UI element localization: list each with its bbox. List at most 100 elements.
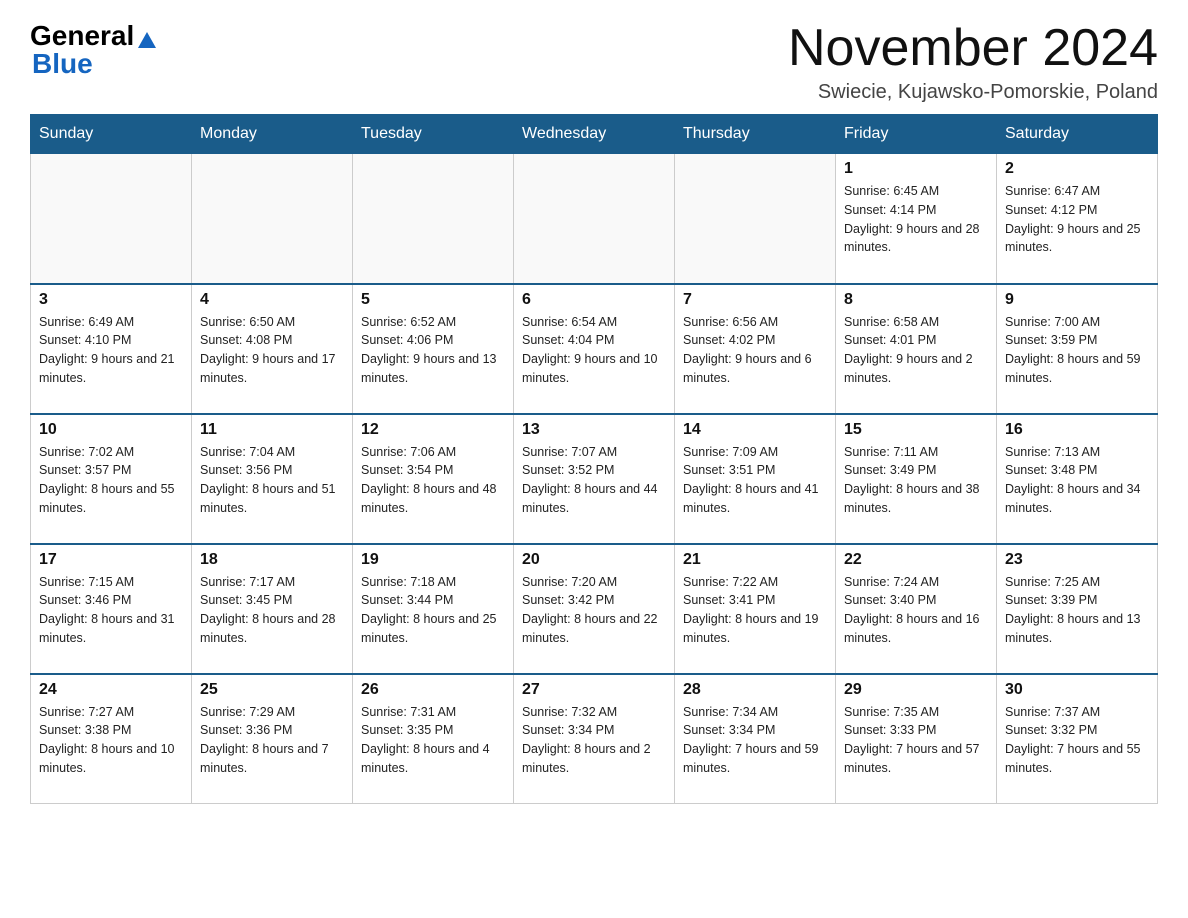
day-number: 1 xyxy=(844,160,988,178)
day-number: 13 xyxy=(522,421,666,439)
day-number: 29 xyxy=(844,681,988,699)
logo-blue-text: Blue xyxy=(32,48,93,80)
table-row xyxy=(514,154,675,284)
table-row: 16 Sunrise: 7:13 AM Sunset: 3:48 PM Dayli… xyxy=(997,414,1158,544)
day-number: 23 xyxy=(1005,551,1149,569)
day-info: Sunrise: 7:35 AM Sunset: 3:33 PM Dayligh… xyxy=(844,703,988,778)
table-row: 17 Sunrise: 7:15 AM Sunset: 3:46 PM Dayli… xyxy=(31,544,192,674)
col-wednesday: Wednesday xyxy=(514,115,675,154)
day-info: Sunrise: 6:52 AM Sunset: 4:06 PM Dayligh… xyxy=(361,313,505,388)
day-info: Sunrise: 7:20 AM Sunset: 3:42 PM Dayligh… xyxy=(522,573,666,648)
day-number: 28 xyxy=(683,681,827,699)
day-number: 5 xyxy=(361,291,505,309)
logo-triangle-icon xyxy=(136,28,158,50)
day-info: Sunrise: 7:24 AM Sunset: 3:40 PM Dayligh… xyxy=(844,573,988,648)
day-info: Sunrise: 7:22 AM Sunset: 3:41 PM Dayligh… xyxy=(683,573,827,648)
table-row: 9 Sunrise: 7:00 AM Sunset: 3:59 PM Daylig… xyxy=(997,284,1158,414)
day-info: Sunrise: 7:18 AM Sunset: 3:44 PM Dayligh… xyxy=(361,573,505,648)
table-row: 29 Sunrise: 7:35 AM Sunset: 3:33 PM Dayli… xyxy=(836,674,997,804)
table-row: 21 Sunrise: 7:22 AM Sunset: 3:41 PM Dayli… xyxy=(675,544,836,674)
day-info: Sunrise: 7:13 AM Sunset: 3:48 PM Dayligh… xyxy=(1005,443,1149,518)
day-info: Sunrise: 7:00 AM Sunset: 3:59 PM Dayligh… xyxy=(1005,313,1149,388)
table-row: 11 Sunrise: 7:04 AM Sunset: 3:56 PM Dayli… xyxy=(192,414,353,544)
table-row: 13Sunrise: 7:07 AM Sunset: 3:52 PM Dayli… xyxy=(514,414,675,544)
table-row: 30Sunrise: 7:37 AM Sunset: 3:32 PM Dayli… xyxy=(997,674,1158,804)
day-number: 24 xyxy=(39,681,183,699)
location-text: Swiecie, Kujawsko-Pomorskie, Poland xyxy=(788,81,1158,104)
calendar-week-row: 24 Sunrise: 7:27 AM Sunset: 3:38 PM Dayli… xyxy=(31,674,1158,804)
table-row: 12Sunrise: 7:06 AM Sunset: 3:54 PM Dayli… xyxy=(353,414,514,544)
day-number: 26 xyxy=(361,681,505,699)
table-row xyxy=(675,154,836,284)
page-header: General Blue November 2024 Swiecie, Kuja… xyxy=(30,20,1158,104)
day-info: Sunrise: 6:49 AM Sunset: 4:10 PM Dayligh… xyxy=(39,313,183,388)
day-info: Sunrise: 7:25 AM Sunset: 3:39 PM Dayligh… xyxy=(1005,573,1149,648)
day-info: Sunrise: 7:09 AM Sunset: 3:51 PM Dayligh… xyxy=(683,443,827,518)
day-info: Sunrise: 6:50 AM Sunset: 4:08 PM Dayligh… xyxy=(200,313,344,388)
day-info: Sunrise: 7:11 AM Sunset: 3:49 PM Dayligh… xyxy=(844,443,988,518)
table-row: 14 Sunrise: 7:09 AM Sunset: 3:51 PM Dayli… xyxy=(675,414,836,544)
table-row xyxy=(192,154,353,284)
day-info: Sunrise: 7:15 AM Sunset: 3:46 PM Dayligh… xyxy=(39,573,183,648)
table-row: 27 Sunrise: 7:32 AM Sunset: 3:34 PM Dayli… xyxy=(514,674,675,804)
table-row: 2Sunrise: 6:47 AM Sunset: 4:12 PM Daylig… xyxy=(997,154,1158,284)
table-row: 6 Sunrise: 6:54 AM Sunset: 4:04 PM Daylig… xyxy=(514,284,675,414)
table-row: 22Sunrise: 7:24 AM Sunset: 3:40 PM Dayli… xyxy=(836,544,997,674)
day-number: 8 xyxy=(844,291,988,309)
day-number: 2 xyxy=(1005,160,1149,178)
table-row: 26 Sunrise: 7:31 AM Sunset: 3:35 PM Dayli… xyxy=(353,674,514,804)
day-info: Sunrise: 7:37 AM Sunset: 3:32 PM Dayligh… xyxy=(1005,703,1149,778)
day-number: 18 xyxy=(200,551,344,569)
day-number: 3 xyxy=(39,291,183,309)
calendar-week-row: 1 Sunrise: 6:45 AM Sunset: 4:14 PM Daylig… xyxy=(31,154,1158,284)
table-row: 7Sunrise: 6:56 AM Sunset: 4:02 PM Daylig… xyxy=(675,284,836,414)
col-tuesday: Tuesday xyxy=(353,115,514,154)
day-info: Sunrise: 7:17 AM Sunset: 3:45 PM Dayligh… xyxy=(200,573,344,648)
table-row: 24 Sunrise: 7:27 AM Sunset: 3:38 PM Dayli… xyxy=(31,674,192,804)
day-info: Sunrise: 7:27 AM Sunset: 3:38 PM Dayligh… xyxy=(39,703,183,778)
month-title: November 2024 xyxy=(788,20,1158,77)
day-number: 16 xyxy=(1005,421,1149,439)
col-friday: Friday xyxy=(836,115,997,154)
day-info: Sunrise: 7:31 AM Sunset: 3:35 PM Dayligh… xyxy=(361,703,505,778)
day-number: 9 xyxy=(1005,291,1149,309)
day-info: Sunrise: 6:58 AM Sunset: 4:01 PM Dayligh… xyxy=(844,313,988,388)
table-row xyxy=(353,154,514,284)
day-info: Sunrise: 7:34 AM Sunset: 3:34 PM Dayligh… xyxy=(683,703,827,778)
calendar-week-row: 10 Sunrise: 7:02 AM Sunset: 3:57 PM Dayli… xyxy=(31,414,1158,544)
table-row: 28 Sunrise: 7:34 AM Sunset: 3:34 PM Dayli… xyxy=(675,674,836,804)
day-info: Sunrise: 7:02 AM Sunset: 3:57 PM Dayligh… xyxy=(39,443,183,518)
table-row xyxy=(31,154,192,284)
table-row: 18 Sunrise: 7:17 AM Sunset: 3:45 PM Dayli… xyxy=(192,544,353,674)
table-row: 3 Sunrise: 6:49 AM Sunset: 4:10 PM Daylig… xyxy=(31,284,192,414)
day-number: 15 xyxy=(844,421,988,439)
title-section: November 2024 Swiecie, Kujawsko-Pomorski… xyxy=(788,20,1158,104)
table-row: 25Sunrise: 7:29 AM Sunset: 3:36 PM Dayli… xyxy=(192,674,353,804)
calendar-week-row: 3 Sunrise: 6:49 AM Sunset: 4:10 PM Daylig… xyxy=(31,284,1158,414)
day-info: Sunrise: 7:32 AM Sunset: 3:34 PM Dayligh… xyxy=(522,703,666,778)
day-number: 14 xyxy=(683,421,827,439)
day-number: 20 xyxy=(522,551,666,569)
day-info: Sunrise: 7:04 AM Sunset: 3:56 PM Dayligh… xyxy=(200,443,344,518)
day-number: 10 xyxy=(39,421,183,439)
day-number: 11 xyxy=(200,421,344,439)
day-number: 27 xyxy=(522,681,666,699)
col-monday: Monday xyxy=(192,115,353,154)
day-number: 21 xyxy=(683,551,827,569)
day-info: Sunrise: 7:06 AM Sunset: 3:54 PM Dayligh… xyxy=(361,443,505,518)
table-row: 19 Sunrise: 7:18 AM Sunset: 3:44 PM Dayli… xyxy=(353,544,514,674)
day-number: 19 xyxy=(361,551,505,569)
day-number: 17 xyxy=(39,551,183,569)
table-row: 8 Sunrise: 6:58 AM Sunset: 4:01 PM Daylig… xyxy=(836,284,997,414)
logo: General Blue xyxy=(30,20,158,80)
calendar-header-row: Sunday Monday Tuesday Wednesday Thursday… xyxy=(31,115,1158,154)
table-row: 10 Sunrise: 7:02 AM Sunset: 3:57 PM Dayli… xyxy=(31,414,192,544)
col-saturday: Saturday xyxy=(997,115,1158,154)
day-number: 25 xyxy=(200,681,344,699)
day-number: 4 xyxy=(200,291,344,309)
day-info: Sunrise: 6:54 AM Sunset: 4:04 PM Dayligh… xyxy=(522,313,666,388)
day-number: 6 xyxy=(522,291,666,309)
day-info: Sunrise: 6:45 AM Sunset: 4:14 PM Dayligh… xyxy=(844,182,988,257)
calendar-table: Sunday Monday Tuesday Wednesday Thursday… xyxy=(30,114,1158,804)
table-row: 15 Sunrise: 7:11 AM Sunset: 3:49 PM Dayli… xyxy=(836,414,997,544)
